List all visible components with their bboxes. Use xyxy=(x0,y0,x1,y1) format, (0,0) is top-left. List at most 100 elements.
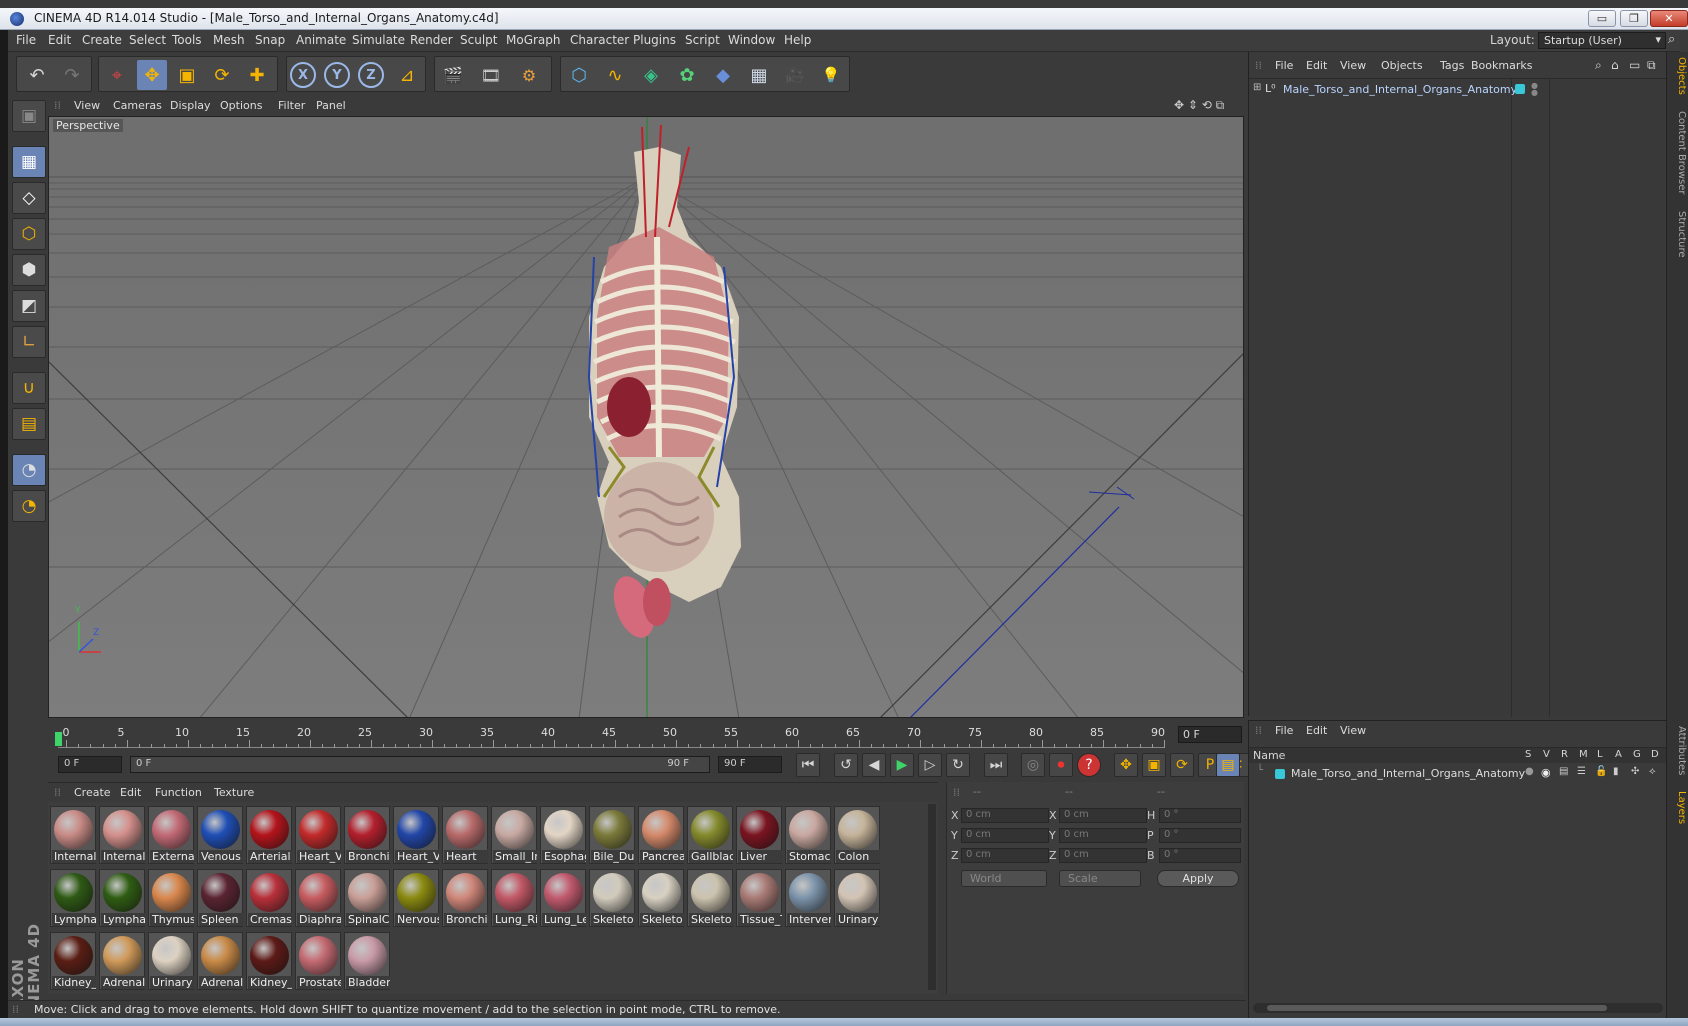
spline-icon[interactable]: ∿ xyxy=(600,60,630,90)
expand-icon[interactable]: ⊞ xyxy=(1253,82,1261,93)
rot-p-field[interactable]: 0 ° xyxy=(1159,828,1241,843)
material-swatch[interactable]: Arterial xyxy=(246,806,292,864)
maximize-button[interactable]: ❐ xyxy=(1620,10,1648,27)
timeline-ruler[interactable]: 0 5 10 15 20 25 30 35 40 45 50 55 60 65 … xyxy=(55,726,1165,748)
last-tool-icon[interactable]: ✚ xyxy=(242,60,272,90)
visibility-dots-icon[interactable]: ● ● xyxy=(1531,82,1538,97)
layer-col-manager[interactable]: M xyxy=(1579,749,1588,760)
layer-menu-file[interactable]: File xyxy=(1275,724,1293,737)
menu-render[interactable]: Render xyxy=(410,33,453,47)
record-position-icon[interactable]: ✥ xyxy=(1114,753,1138,777)
material-swatch[interactable]: Esophag xyxy=(540,806,586,864)
material-menu-function[interactable]: Function xyxy=(155,786,202,799)
material-swatch[interactable]: Cremast xyxy=(246,869,292,927)
model-mode-icon[interactable]: ▦ xyxy=(12,146,46,178)
points-mode-icon[interactable]: ⬢ xyxy=(12,254,46,286)
nurbs-icon[interactable]: ◈ xyxy=(636,60,666,90)
viewport-menu-cameras[interactable]: Cameras xyxy=(113,99,162,112)
rot-h-field[interactable]: 0 ° xyxy=(1159,808,1241,823)
record-rotation-icon[interactable]: ⟳ xyxy=(1170,753,1194,777)
menu-sculpt[interactable]: Sculpt xyxy=(460,33,497,47)
layer-color-swatch[interactable] xyxy=(1275,769,1285,779)
deformer-icon[interactable]: ◆ xyxy=(708,60,738,90)
perspective-viewport[interactable]: Perspective Y Z xyxy=(48,116,1244,718)
timeline[interactable]: 0 5 10 15 20 25 30 35 40 45 50 55 60 65 … xyxy=(48,718,1244,750)
menu-mesh[interactable]: Mesh xyxy=(213,33,245,47)
previous-keyframe-icon[interactable]: ↺ xyxy=(834,753,858,777)
object-menu-objects[interactable]: Objects xyxy=(1381,59,1423,72)
object-menu-view[interactable]: View xyxy=(1340,59,1366,72)
material-swatch[interactable]: Bronchi xyxy=(442,869,488,927)
z-axis-lock-icon[interactable]: Z xyxy=(358,62,384,88)
tab-content-browser[interactable]: Content Browser xyxy=(1669,110,1687,196)
soft-selection-icon[interactable]: ◔ xyxy=(12,490,46,522)
menu-select[interactable]: Select xyxy=(129,33,166,47)
material-swatch[interactable]: Colon xyxy=(834,806,880,864)
close-button[interactable]: ✕ xyxy=(1650,10,1688,27)
polygons-mode-icon[interactable]: ∟ xyxy=(12,326,46,358)
apply-button[interactable]: Apply xyxy=(1157,870,1239,887)
material-swatch[interactable]: Heart_V xyxy=(295,806,341,864)
tab-objects[interactable]: Objects xyxy=(1669,56,1687,96)
go-to-end-icon[interactable]: ⏭ xyxy=(984,753,1008,777)
tab-structure[interactable]: Structure xyxy=(1669,208,1687,260)
material-swatch[interactable]: Skeleto xyxy=(589,869,635,927)
viewport-menu-filter[interactable]: Filter xyxy=(278,99,305,112)
layer-animation-icon[interactable]: ▮ xyxy=(1613,766,1619,777)
menu-file[interactable]: File xyxy=(16,33,36,47)
layer-name[interactable]: Male_Torso_and_Internal_Organs_Anatomy xyxy=(1291,767,1525,780)
material-swatch[interactable]: Small_In xyxy=(491,806,537,864)
menu-mograph[interactable]: MoGraph xyxy=(506,33,561,47)
cube-object-icon[interactable]: ⬡ xyxy=(564,60,594,90)
search-icon[interactable]: ⌕ xyxy=(1668,32,1675,47)
edges-mode-icon[interactable]: ◩ xyxy=(12,290,46,322)
autokey-icon[interactable]: ? xyxy=(1077,753,1101,777)
layer-row[interactable]: └ Male_Torso_and_Internal_Organs_Anatomy… xyxy=(1249,765,1667,783)
material-swatch[interactable]: Adrenal xyxy=(197,932,243,990)
pos-z-field[interactable]: 0 cm xyxy=(961,848,1049,863)
material-scrollbar[interactable] xyxy=(928,804,936,990)
rotate-tool-icon[interactable]: ⟳ xyxy=(207,60,237,90)
material-swatch[interactable]: Heart_V xyxy=(393,806,439,864)
camera-icon[interactable]: 🎥 xyxy=(780,60,810,90)
material-swatch[interactable]: Spleen xyxy=(197,869,243,927)
panel-pin-icon[interactable]: ⧉ xyxy=(1647,58,1656,73)
material-swatch[interactable]: Gallblac xyxy=(687,806,733,864)
next-frame-icon[interactable]: ▷ xyxy=(918,753,942,777)
move-tool-icon[interactable]: ✥ xyxy=(137,60,167,90)
layer-col-render[interactable]: R xyxy=(1561,749,1568,760)
timeline-playhead[interactable] xyxy=(55,732,62,746)
layer-lock-icon[interactable]: 🔓 xyxy=(1595,766,1607,777)
layer-menu-view[interactable]: View xyxy=(1340,724,1366,737)
material-swatch[interactable]: Nervous xyxy=(393,869,439,927)
material-swatch[interactable]: Interver xyxy=(785,869,831,927)
layout-select[interactable]: Startup (User) xyxy=(1538,32,1666,49)
material-swatch[interactable]: Kidney_ xyxy=(246,932,292,990)
render-view-icon[interactable]: 🎬 xyxy=(438,60,468,90)
current-frame-field[interactable]: 0 F xyxy=(1178,726,1242,743)
object-menu-edit[interactable]: Edit xyxy=(1306,59,1327,72)
render-picture-viewer-icon[interactable]: 🎞 xyxy=(476,60,506,90)
world-coordinates-icon[interactable]: ⊿ xyxy=(392,60,422,90)
search-icon[interactable]: ⌕ xyxy=(1595,58,1602,73)
menu-simulate[interactable]: Simulate xyxy=(352,33,405,47)
layer-color-tag[interactable] xyxy=(1515,84,1525,94)
menu-tools[interactable]: Tools xyxy=(172,33,202,47)
object-menu-bookmarks[interactable]: Bookmarks xyxy=(1471,59,1532,72)
tab-layers[interactable]: Layers xyxy=(1669,788,1687,828)
material-swatch[interactable]: Skeleto xyxy=(687,869,733,927)
tab-attributes[interactable]: Attributes xyxy=(1669,724,1687,778)
previous-frame-icon[interactable]: ◀ xyxy=(862,753,886,777)
layer-solo-icon[interactable]: ● xyxy=(1525,766,1534,777)
material-swatch[interactable]: Lymphat xyxy=(99,869,145,927)
timeline-window-icon[interactable]: ▤ xyxy=(1216,753,1240,777)
viewport-navigation-icons[interactable]: ✥ ⇕ ⟲ ⧉ xyxy=(1174,98,1224,113)
object-menu-tags[interactable]: Tags xyxy=(1440,59,1464,72)
material-swatch[interactable]: Lymphat xyxy=(50,869,96,927)
layer-generator-icon[interactable]: ✣ xyxy=(1631,766,1639,777)
live-selection-icon[interactable]: ⌖ xyxy=(102,60,132,90)
make-editable-icon[interactable]: ▣ xyxy=(12,100,46,132)
size-z-field[interactable]: 0 cm xyxy=(1059,848,1147,863)
x-axis-lock-icon[interactable]: X xyxy=(290,62,316,88)
material-swatch[interactable]: Lung_Le xyxy=(540,869,586,927)
